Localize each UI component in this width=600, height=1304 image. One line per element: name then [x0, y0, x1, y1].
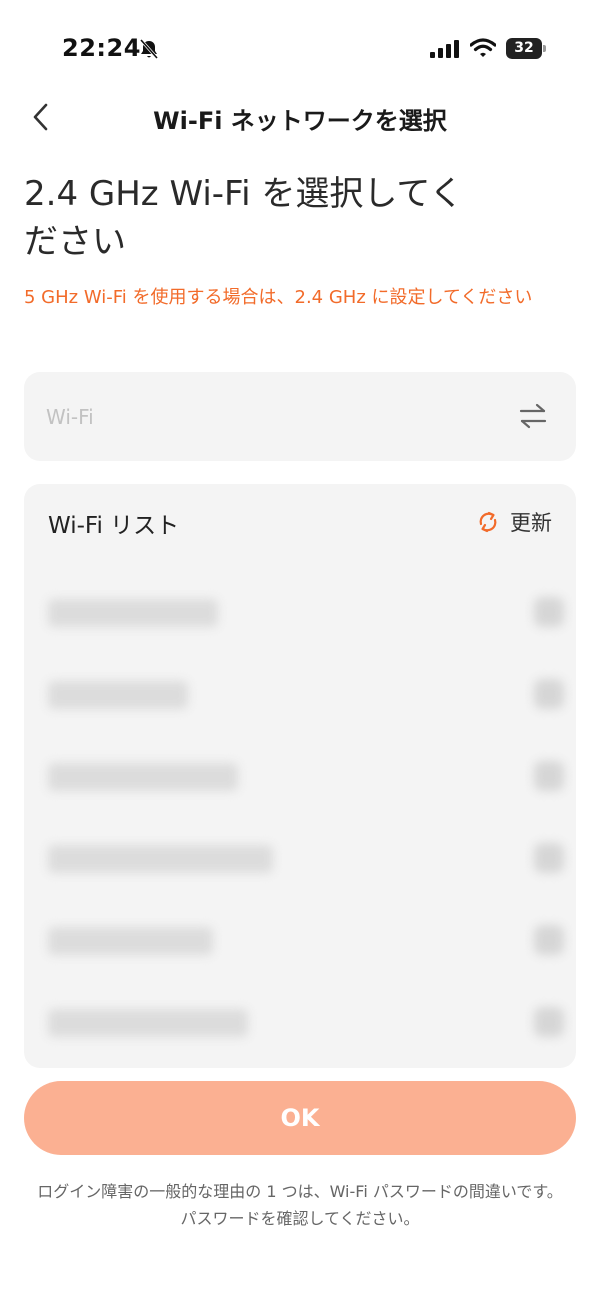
network-name-blurred [48, 599, 218, 627]
status-bar: 22:24 32 [0, 0, 600, 96]
bell-muted-icon [139, 39, 159, 59]
refresh-button[interactable]: 更新 [476, 508, 552, 536]
battery-icon: 32 [506, 38, 546, 59]
network-signal-icon [534, 843, 564, 873]
network-signal-icon [534, 761, 564, 791]
wifi-name-input[interactable] [46, 402, 486, 432]
login-hint-text: ログイン障害の一般的な理由の 1 つは、Wi-Fi パスワードの間違いです。パス… [37, 1182, 563, 1228]
ok-button[interactable]: OK [24, 1081, 576, 1155]
cellular-signal-icon [430, 40, 459, 58]
network-name-blurred [48, 681, 188, 709]
network-row[interactable] [40, 654, 576, 736]
network-signal-icon [534, 597, 564, 627]
page-title: Wi-Fi ネットワークを選択 [153, 107, 447, 135]
network-name-blurred [48, 845, 273, 873]
network-name-blurred [48, 1009, 248, 1037]
refresh-label: 更新 [510, 511, 552, 535]
wifi-name-field-card [24, 372, 576, 461]
wifi-status-icon [470, 38, 496, 57]
network-name-blurred [48, 763, 238, 791]
network-row[interactable] [40, 572, 576, 654]
network-row[interactable] [40, 982, 576, 1064]
wifi-list-title: Wi-Fi リスト [48, 513, 180, 539]
wifi-list-card: Wi-Fi リスト 更新 [24, 484, 576, 1068]
network-row[interactable] [40, 736, 576, 818]
select-network-heading: 2.4 GHz Wi-Fi を選択してください [24, 174, 464, 262]
band-warning-text: 5 GHz Wi-Fi を使用する場合は、2.4 GHz に設定してください [24, 287, 533, 308]
network-name-blurred [48, 927, 213, 955]
swap-arrows-icon[interactable] [518, 402, 548, 430]
battery-level: 32 [506, 38, 542, 59]
refresh-icon [479, 511, 497, 533]
status-time: 22:24 [62, 34, 141, 62]
network-row[interactable] [40, 900, 576, 982]
network-signal-icon [534, 925, 564, 955]
network-list [40, 572, 576, 1064]
network-row[interactable] [40, 818, 576, 900]
network-signal-icon [534, 679, 564, 709]
network-signal-icon [534, 1007, 564, 1037]
